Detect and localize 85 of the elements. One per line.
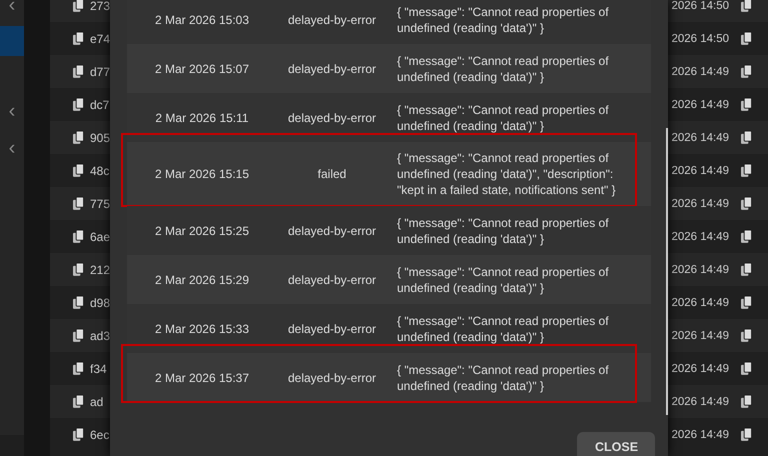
table-cell-text: { "message": "Cannot read properties of undefined (reading 'data')" }: [397, 312, 610, 344]
close-button[interactable]: CLOSE: [577, 432, 655, 456]
table-cell-text: { "message": "Cannot read properties of undefined (reading 'data')" }: [397, 4, 610, 36]
table-cell: 212: [90, 262, 110, 276]
copy-icon[interactable]: [741, 65, 752, 78]
table-cell-text: { "message": "Cannot read properties of undefined (reading 'data')", "description": "kept in a failed state, notifications sent" }: [397, 150, 617, 198]
table-cell-text: { "message": "Cannot read properties of undefined (reading 'data')" }: [397, 264, 610, 296]
copy-icon[interactable]: [73, 164, 84, 177]
table-cell-text: delayed-by-error: [286, 224, 378, 238]
sidebar-item[interactable]: ‹: [0, 133, 24, 163]
copy-icon[interactable]: [741, 428, 752, 441]
table-cell: 2026 14:49: [671, 330, 729, 342]
copy-icon[interactable]: [741, 263, 752, 276]
copy-icon[interactable]: [73, 296, 84, 309]
table-cell: ad: [90, 394, 104, 408]
table-cell-text: delayed-by-error: [286, 110, 378, 124]
copy-icon[interactable]: [73, 395, 84, 408]
table-cell: 775: [90, 196, 110, 210]
copy-icon[interactable]: [741, 131, 752, 144]
copy-icon[interactable]: [73, 329, 84, 342]
copy-icon[interactable]: [741, 197, 752, 210]
copy-icon[interactable]: [73, 131, 84, 144]
table-cell-text: 2 Mar 2026 15:03: [154, 12, 250, 26]
table-cell-text: delayed-by-error: [286, 62, 378, 76]
table-cell: 2026 14:49: [671, 296, 729, 308]
sidebar-item[interactable]: ‹: [0, 0, 24, 15]
table-cell: 2026 14:49: [671, 396, 729, 408]
table-cell-text: delayed-by-error: [286, 322, 378, 336]
table-cell-text: 2 Mar 2026 15:11: [154, 110, 250, 124]
copy-icon[interactable]: [741, 362, 752, 375]
table-cell-text: { "message": "Cannot read properties of undefined (reading 'data')" }: [397, 102, 610, 134]
table-cell: dc7: [90, 98, 110, 112]
copy-icon[interactable]: [73, 428, 84, 441]
table-cell-text: 2 Mar 2026 15:15: [154, 167, 250, 181]
table-cell-text: delayed-by-error: [286, 272, 378, 286]
sidebar-item[interactable]: ‹: [0, 99, 24, 123]
table-cell-text: 2 Mar 2026 15:33: [154, 322, 250, 336]
table-cell: 273: [90, 0, 110, 12]
copy-icon[interactable]: [741, 296, 752, 309]
table-cell: 2026 14:49: [671, 164, 729, 176]
copy-icon[interactable]: [73, 32, 84, 45]
copy-icon[interactable]: [741, 32, 752, 45]
copy-icon[interactable]: [741, 164, 752, 177]
table-cell-text: 2 Mar 2026 15:29: [154, 272, 250, 286]
table-cell: e74: [90, 32, 110, 46]
copy-icon[interactable]: [73, 263, 84, 276]
table-cell-text: 2 Mar 2026 15:37: [154, 370, 250, 384]
table-cell-text: delayed-by-error: [286, 12, 378, 26]
table-cell: 2026 14:49: [671, 198, 729, 210]
copy-icon[interactable]: [741, 98, 752, 111]
table-cell: f34: [90, 362, 107, 376]
table-cell: 2026 14:49: [671, 264, 729, 276]
copy-icon[interactable]: [741, 395, 752, 408]
table-cell: 905: [90, 130, 110, 144]
copy-icon[interactable]: [741, 329, 752, 342]
scrollbar[interactable]: [666, 128, 668, 415]
copy-icon[interactable]: [741, 230, 752, 243]
table-cell: ad3: [90, 328, 110, 342]
table-cell: d77: [90, 64, 110, 78]
table-cell: 2026 14:49: [671, 98, 729, 110]
table-cell: 6ae: [90, 230, 110, 244]
table-cell: 2026 14:49: [671, 362, 729, 374]
table-cell-text: failed: [316, 167, 348, 181]
table-cell-text: { "message": "Cannot read properties of undefined (reading 'data')" }: [397, 52, 610, 84]
table-cell: 2026 14:49: [671, 230, 729, 242]
table-cell: d98: [90, 296, 110, 310]
table-cell-text: { "message": "Cannot read properties of undefined (reading 'data')" }: [397, 362, 610, 394]
table-cell: 2026 14:49: [671, 132, 729, 144]
table-cell: 2026 14:50: [671, 32, 729, 44]
copy-icon[interactable]: [741, 0, 752, 12]
table-cell: 2026 14:50: [671, 0, 729, 12]
copy-icon[interactable]: [73, 65, 84, 78]
table-cell-text: delayed-by-error: [286, 370, 378, 384]
table-cell-text: 2 Mar 2026 15:07: [154, 62, 250, 76]
copy-icon[interactable]: [73, 0, 84, 12]
table-cell: 6ec: [90, 428, 110, 442]
table-cell: 2026 14:49: [671, 428, 729, 440]
copy-icon[interactable]: [73, 197, 84, 210]
table-cell-text: 2 Mar 2026 15:25: [154, 224, 250, 238]
table-cell: 48c: [90, 164, 110, 178]
copy-icon[interactable]: [73, 362, 84, 375]
copy-icon[interactable]: [73, 230, 84, 243]
table-cell-text: { "message": "Cannot read properties of undefined (reading 'data')" }: [397, 214, 610, 246]
copy-icon[interactable]: [73, 98, 84, 111]
table-cell: 2026 14:49: [671, 66, 729, 78]
